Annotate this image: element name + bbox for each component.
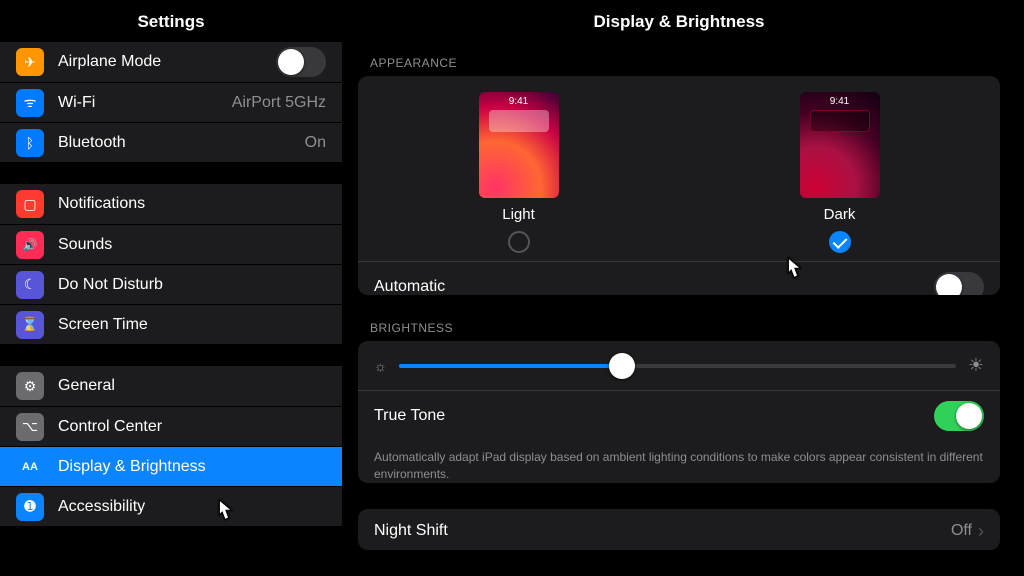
automatic-row[interactable]: Automatic bbox=[358, 261, 1000, 295]
row-label: Do Not Disturb bbox=[58, 276, 326, 294]
row-label: Airplane Mode bbox=[58, 53, 276, 71]
sidebar-item-airplane-mode[interactable]: ✈ Airplane Mode bbox=[0, 42, 342, 82]
night-shift-card: Night Shift Off › bbox=[358, 509, 1000, 550]
dark-radio[interactable] bbox=[829, 231, 851, 253]
row-label: General bbox=[58, 377, 326, 395]
true-tone-row[interactable]: True Tone bbox=[358, 390, 1000, 441]
light-preview-icon: 9:41 bbox=[479, 92, 559, 198]
sidebar-title: Settings bbox=[0, 0, 342, 42]
slider-thumb[interactable] bbox=[609, 353, 635, 379]
sidebar-group-network: ✈ Airplane Mode ᯤ Wi-Fi AirPort 5GHz ᛒ B… bbox=[0, 42, 342, 162]
airplane-mode-toggle[interactable] bbox=[276, 47, 326, 77]
sidebar-group-notifications: ▢ Notifications 🔊 Sounds ☾ Do Not Distur… bbox=[0, 184, 342, 344]
cell-label: Automatic bbox=[374, 278, 934, 295]
cell-label: True Tone bbox=[374, 407, 934, 425]
preview-label: Dark bbox=[824, 206, 856, 223]
sidebar-item-sounds[interactable]: 🔊 Sounds bbox=[0, 224, 342, 264]
sidebar-item-wifi[interactable]: ᯤ Wi-Fi AirPort 5GHz bbox=[0, 82, 342, 122]
moon-icon: ☾ bbox=[16, 271, 44, 299]
automatic-toggle[interactable] bbox=[934, 272, 984, 295]
airplane-icon: ✈ bbox=[16, 48, 44, 76]
light-radio[interactable] bbox=[508, 231, 530, 253]
row-detail: AirPort 5GHz bbox=[232, 94, 326, 112]
bluetooth-icon: ᛒ bbox=[16, 129, 44, 157]
settings-sidebar: Settings ✈ Airplane Mode ᯤ Wi-Fi AirPort… bbox=[0, 0, 342, 576]
row-label: Bluetooth bbox=[58, 134, 305, 152]
appearance-option-dark[interactable]: 9:41 Dark bbox=[800, 92, 880, 253]
row-label: Sounds bbox=[58, 236, 326, 254]
sidebar-item-general[interactable]: ⚙ General bbox=[0, 366, 342, 406]
appearance-card: 9:41 Light 9:41 Dark Automatic bbox=[358, 76, 1000, 295]
row-label: Control Center bbox=[58, 418, 326, 436]
row-label: Accessibility bbox=[58, 498, 326, 516]
true-tone-toggle[interactable] bbox=[934, 401, 984, 431]
detail-pane: Display & Brightness APPEARANCE 9:41 Lig… bbox=[342, 0, 1024, 576]
row-detail: On bbox=[305, 134, 326, 152]
text-size-icon: AA bbox=[16, 453, 44, 481]
section-header-appearance: APPEARANCE bbox=[370, 56, 1000, 70]
sidebar-item-screen-time[interactable]: ⌛ Screen Time bbox=[0, 304, 342, 344]
sounds-icon: 🔊 bbox=[16, 231, 44, 259]
toggles-icon: ⌥ bbox=[16, 413, 44, 441]
notifications-icon: ▢ bbox=[16, 190, 44, 218]
row-label: Notifications bbox=[58, 195, 326, 213]
sidebar-item-accessibility[interactable]: ➊ Accessibility bbox=[0, 486, 342, 526]
wifi-icon: ᯤ bbox=[16, 89, 44, 117]
slider-track[interactable] bbox=[399, 364, 956, 368]
sidebar-group-general: ⚙ General ⌥ Control Center AA Display & … bbox=[0, 366, 342, 526]
chevron-right-icon: › bbox=[978, 521, 984, 542]
sidebar-item-display-brightness[interactable]: AA Display & Brightness bbox=[0, 446, 342, 486]
row-label: Display & Brightness bbox=[58, 458, 326, 476]
sun-large-icon: ☀ bbox=[968, 355, 984, 376]
sidebar-item-bluetooth[interactable]: ᛒ Bluetooth On bbox=[0, 122, 342, 162]
sidebar-item-notifications[interactable]: ▢ Notifications bbox=[0, 184, 342, 224]
appearance-option-light[interactable]: 9:41 Light bbox=[479, 92, 559, 253]
cell-detail: Off bbox=[951, 522, 972, 540]
preview-label: Light bbox=[502, 206, 535, 223]
accessibility-icon: ➊ bbox=[16, 493, 44, 521]
row-label: Screen Time bbox=[58, 316, 326, 334]
sun-small-icon: ☼ bbox=[374, 358, 387, 374]
hourglass-icon: ⌛ bbox=[16, 311, 44, 339]
dark-preview-icon: 9:41 bbox=[800, 92, 880, 198]
sidebar-item-control-center[interactable]: ⌥ Control Center bbox=[0, 406, 342, 446]
gear-icon: ⚙ bbox=[16, 372, 44, 400]
section-header-brightness: BRIGHTNESS bbox=[370, 321, 1000, 335]
cell-label: Night Shift bbox=[374, 522, 951, 540]
brightness-card: ☼ ☀ True Tone Automatically adapt iPad d… bbox=[358, 341, 1000, 483]
sidebar-item-do-not-disturb[interactable]: ☾ Do Not Disturb bbox=[0, 264, 342, 304]
night-shift-row[interactable]: Night Shift Off › bbox=[358, 509, 1000, 550]
detail-title: Display & Brightness bbox=[358, 0, 1000, 56]
true-tone-footnote: Automatically adapt iPad display based o… bbox=[358, 441, 1000, 483]
brightness-slider[interactable]: ☼ ☀ bbox=[358, 341, 1000, 390]
row-label: Wi-Fi bbox=[58, 94, 232, 112]
